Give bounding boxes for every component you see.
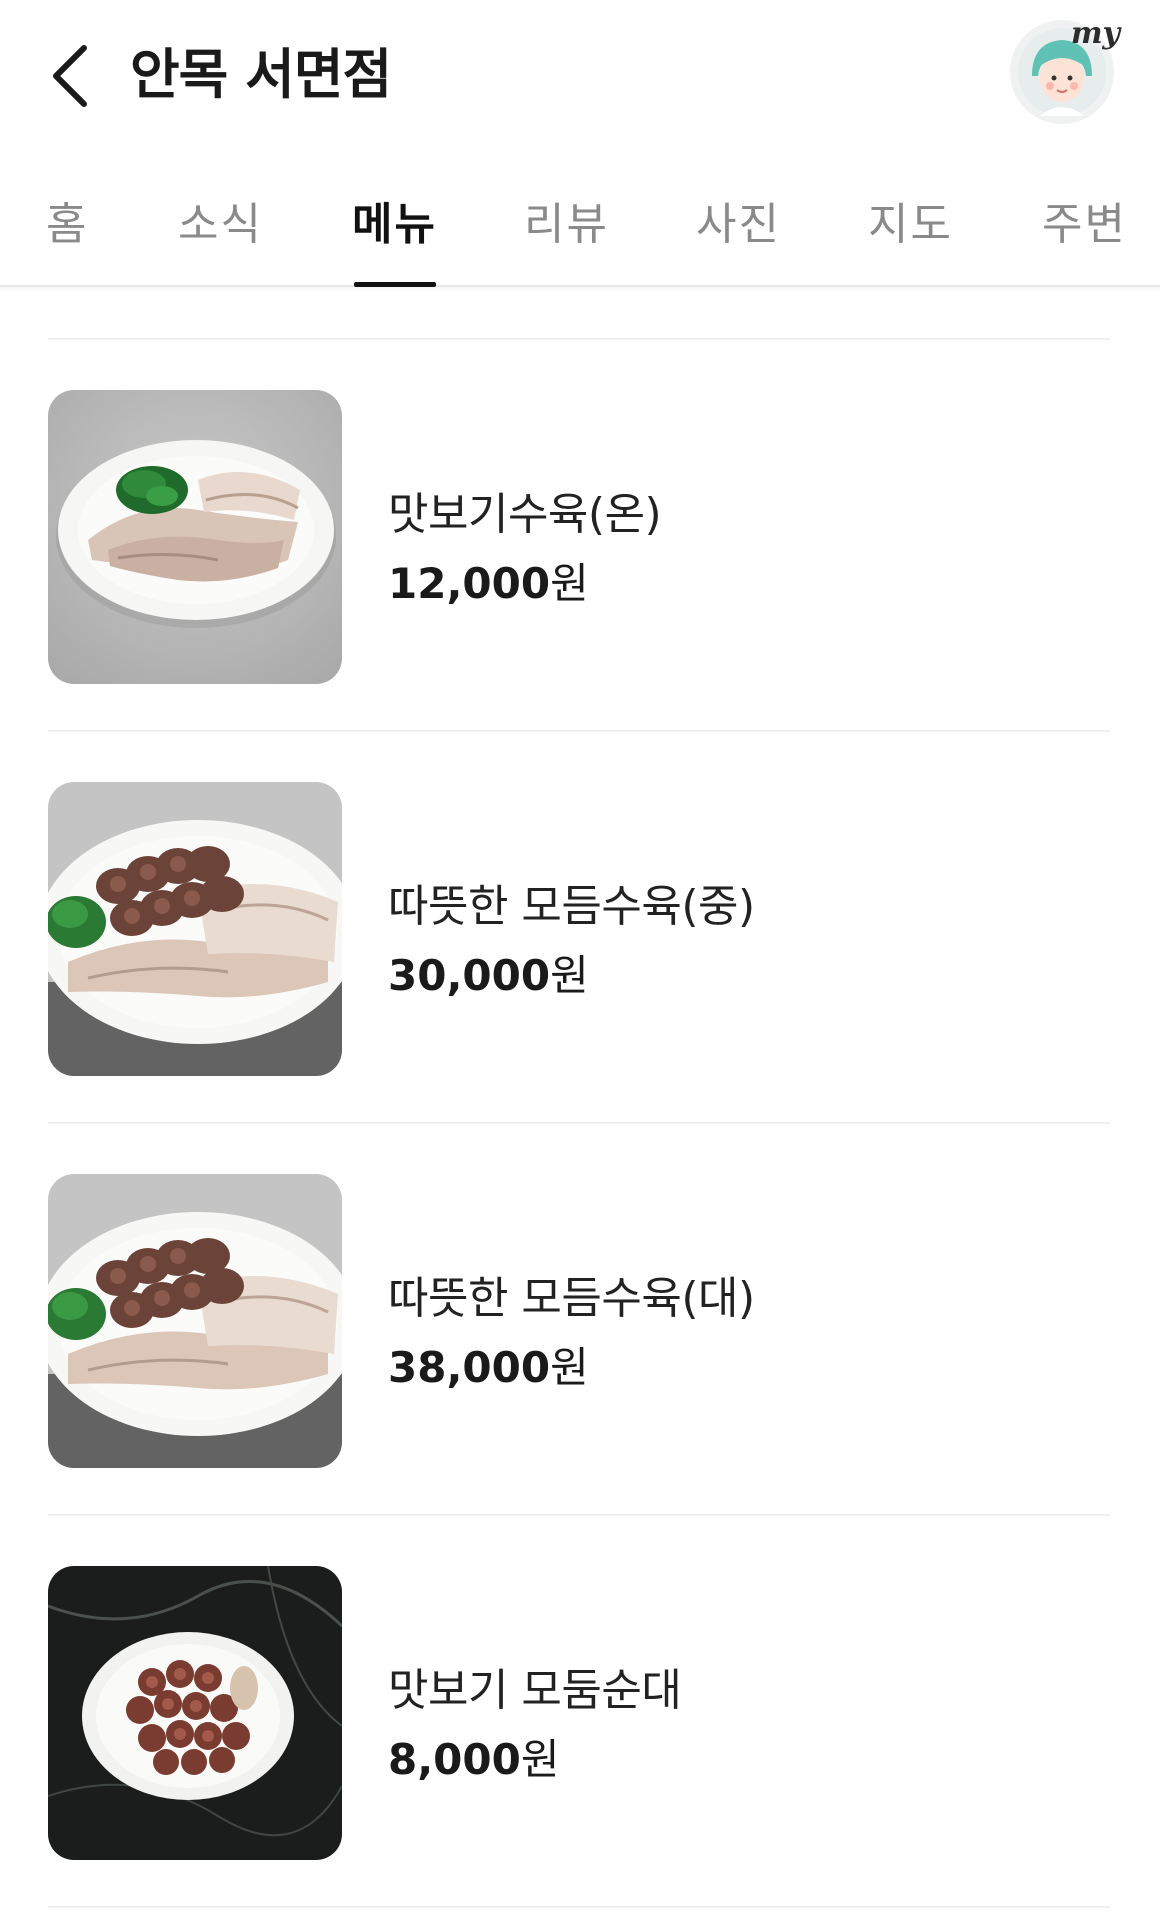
avatar-label: my [1070,16,1120,51]
menu-item-name: 맛보기 모둠순대 [388,1665,682,1716]
tab-photos[interactable]: 사진 [696,188,781,278]
price-value: 38,000 [388,1343,551,1392]
menu-item[interactable]: 따뜻한 모듬수육(중) 30,000원 [0,732,1160,1124]
back-button[interactable] [40,36,100,116]
menu-item-price: 38,000원 [388,1334,589,1395]
tab-menu[interactable]: 메뉴 [352,188,437,278]
price-unit: 원 [520,1735,560,1784]
menu-item-name: 따뜻한 모듬수육(중) [388,881,755,932]
price-value: 30,000 [388,951,551,1000]
menu-item-price: 30,000원 [388,942,589,1003]
page-title: 안목 서면점 [130,43,392,106]
price-value: 8,000 [388,1735,521,1784]
menu-item-image [48,782,342,1076]
price-unit: 원 [550,559,589,608]
menu-item[interactable]: 따뜻한 모듬수육(대) 38,000원 [0,1124,1160,1516]
tab-nearby[interactable]: 주변 [1042,188,1127,278]
tab-reviews[interactable]: 리뷰 [524,188,609,278]
menu-item-name: 따뜻한 모듬수육(대) [388,1273,755,1324]
divider [48,1906,1110,1908]
price-unit: 원 [550,951,589,1000]
menu-item[interactable]: 맛보기 모둠순대 8,000원 [0,1516,1160,1908]
tab-home[interactable]: 홈 [46,188,88,278]
menu-item-price: 8,000원 [388,1726,560,1787]
menu-item-image [48,1566,342,1860]
header: 안목 서면점 my [0,0,1160,150]
menu-item-name: 맛보기수육(온) [388,489,662,540]
menu-list: 맛보기수육(온) 12,000원 따뜻한 모듬수육(중) 30,000원 따뜻한… [0,288,1160,1916]
menu-item-image [48,1174,342,1468]
avatar[interactable]: my [1010,16,1120,124]
price-unit: 원 [550,1343,589,1392]
chevron-left-icon [53,45,87,107]
active-tab-indicator [354,282,436,287]
menu-item[interactable]: 맛보기수육(온) 12,000원 [0,340,1160,732]
menu-item-image [48,390,342,684]
tab-bar: 홈 소식 메뉴 리뷰 사진 지도 주변 [0,160,1160,287]
menu-item-price: 12,000원 [388,550,589,611]
tab-news[interactable]: 소식 [178,188,263,278]
price-value: 12,000 [388,559,551,608]
tab-map[interactable]: 지도 [868,188,953,278]
